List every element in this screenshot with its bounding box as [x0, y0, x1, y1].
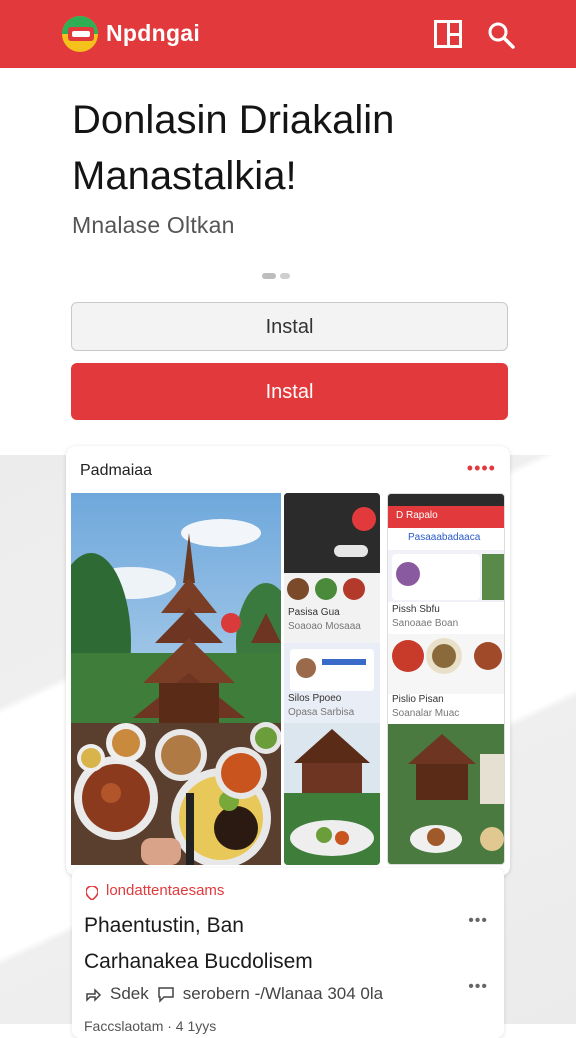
app-logo-icon[interactable] — [62, 16, 98, 52]
feed-card[interactable]: londattentaesams Phaentustin, Ban Carhan… — [72, 868, 504, 1038]
carousel-dot-1[interactable] — [262, 273, 276, 279]
feed-meta: Sdek serobern -/Wlanaa 304 0la — [84, 984, 383, 1004]
app-preview-card: Padmaiaa •••• Pasisa Gua Soaoao Mosaaa S… — [66, 446, 510, 876]
screenshot-app-feed[interactable]: D Rapalo Pasaaabadaaca Pissh Sbfu Sanoaa… — [387, 493, 505, 865]
screen2-item1-title: Pasisa Gua — [288, 607, 340, 618]
comment-icon[interactable] — [157, 985, 175, 1003]
app-name: Npdngai — [106, 20, 201, 46]
share-icon[interactable] — [84, 985, 102, 1003]
carousel-dot-2[interactable] — [280, 273, 290, 279]
screen3-header: D Rapalo — [396, 510, 438, 521]
preview-card-title: Padmaiaa — [80, 462, 153, 479]
carousel-indicator — [262, 273, 290, 279]
screen2-item1-sub: Soaoao Mosaaa — [288, 621, 361, 632]
install-button[interactable]: Instal — [71, 363, 508, 420]
feed-author: Sdek — [110, 984, 149, 1003]
feed-more-options-icon[interactable]: ••• — [468, 912, 488, 930]
feed-bottom-text: Faccslaotam · 4 1yys — [84, 1018, 217, 1034]
screen3-banner: Pasaaabadaaca — [408, 532, 481, 543]
feed-source[interactable]: londattentaesams — [106, 882, 224, 899]
screenshot-app-list[interactable]: Pasisa Gua Soaoao Mosaaa Silos Ppoeo Opa… — [284, 493, 380, 865]
screen3-item2-sub: Soanalar Muac — [392, 708, 460, 719]
install-secondary-button[interactable]: Instal — [71, 302, 508, 351]
screen3-item1-sub: Sanoaae Boan — [392, 618, 459, 629]
top-app-bar: Npdngai — [0, 0, 576, 68]
search-icon[interactable] — [486, 20, 516, 50]
more-options-icon[interactable]: •••• — [467, 458, 496, 479]
page-title-line-2: Manastalkia! — [72, 154, 297, 198]
page-title: Donlasin Driakalin Manastalkia! — [72, 92, 532, 204]
screen3-item1-title: Pissh Sbfu — [392, 604, 440, 615]
page-title-line-1: Donlasin Driakalin — [72, 98, 395, 142]
screen2-item2-title: Silos Ppoeo — [288, 693, 342, 704]
feed-title-line-2: Carhanakea Bucdolisem — [84, 950, 313, 973]
screen2-item2-sub: Opasa Sarbisa — [288, 707, 355, 718]
page-subtitle: Mnalase Oltkan — [72, 212, 235, 238]
feed-title[interactable]: Phaentustin, Ban Carhanakea Bucdolisem — [84, 908, 464, 980]
feed-title-line-1: Phaentustin, Ban — [84, 914, 244, 937]
screenshot-temple-food[interactable] — [71, 493, 281, 865]
screen3-item2-title: Pislio Pisan — [392, 694, 444, 705]
location-pin-icon — [86, 886, 98, 900]
feed-meta-more-icon[interactable]: ••• — [468, 978, 488, 996]
screenshot-gallery[interactable]: Pasisa Gua Soaoao Mosaaa Silos Ppoeo Opa… — [71, 493, 505, 865]
feed-meta-text: serobern -/Wlanaa 304 0la — [182, 984, 384, 1003]
grid-layout-icon[interactable] — [434, 20, 462, 48]
